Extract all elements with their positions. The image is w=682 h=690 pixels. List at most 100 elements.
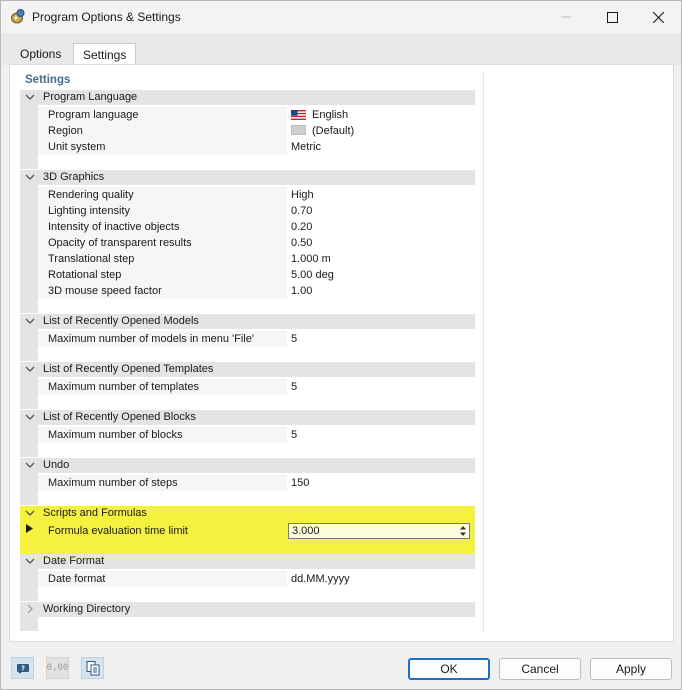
property-value[interactable]: 0.20	[291, 219, 475, 235]
property-row[interactable]: Formula evaluation time limit 3.000	[38, 523, 475, 539]
chevron-down-icon	[25, 558, 35, 564]
property-name: Rotational step	[38, 267, 287, 283]
group-scripts-formulas[interactable]: Scripts and Formulas	[20, 506, 475, 521]
tab-options-label: Options	[20, 47, 62, 61]
property-name: Lighting intensity	[38, 203, 287, 219]
property-name: Maximum number of blocks	[38, 427, 287, 443]
property-value[interactable]: 0.70	[291, 203, 475, 219]
cancel-button[interactable]: Cancel	[499, 658, 581, 680]
property-row[interactable]: Intensity of inactive objects 0.20	[38, 219, 475, 235]
group-3d-graphics[interactable]: 3D Graphics	[20, 170, 475, 185]
spin-arrows-icon[interactable]	[460, 526, 466, 536]
apply-button[interactable]: Apply	[590, 658, 672, 680]
copy-settings-button[interactable]	[81, 657, 104, 679]
property-name: Region	[38, 123, 287, 139]
property-value: English	[312, 109, 349, 121]
copy-settings-icon	[86, 661, 99, 676]
decimal-places-button[interactable]: 0,00	[46, 657, 69, 679]
tab-strip: Options Settings	[1, 33, 681, 66]
settings-heading: Settings	[25, 74, 71, 86]
property-value[interactable]: 150	[291, 475, 475, 491]
property-row[interactable]: Maximum number of templates 5	[38, 379, 475, 395]
close-button[interactable]	[635, 1, 681, 33]
property-value[interactable]: 5	[291, 331, 475, 347]
property-row[interactable]: Lighting intensity 0.70	[38, 203, 475, 219]
property-row[interactable]: Maximum number of blocks 5	[38, 427, 475, 443]
app-icon	[11, 9, 25, 24]
group-undo[interactable]: Undo	[20, 458, 475, 473]
settings-tree: Settings Program Language Program langua…	[20, 72, 475, 632]
property-value[interactable]: 1.000 m	[291, 251, 475, 267]
property-name: Date format	[38, 571, 287, 587]
help-button[interactable]: ?	[11, 657, 34, 679]
group-gutter	[20, 185, 38, 313]
property-row[interactable]: Region (Default)	[38, 123, 475, 139]
group-working-directory[interactable]: Working Directory	[20, 602, 475, 617]
help-icon: ?	[16, 664, 29, 674]
group-recent-blocks[interactable]: List of Recently Opened Blocks	[20, 410, 475, 425]
region-value[interactable]: (Default)	[291, 123, 475, 139]
chevron-down-icon	[25, 462, 35, 468]
window-title: Program Options & Settings	[32, 10, 181, 24]
property-row[interactable]: Unit system Metric	[38, 139, 475, 155]
chevron-down-icon	[25, 94, 35, 100]
time-limit-spinbox[interactable]: 3.000	[288, 523, 470, 539]
property-value[interactable]: 0.50	[291, 235, 475, 251]
property-value[interactable]: 5	[291, 427, 475, 443]
property-row[interactable]: Maximum number of models in menu 'File' …	[38, 331, 475, 347]
property-name: Maximum number of steps	[38, 475, 287, 491]
group-title: List of Recently Opened Models	[43, 315, 199, 327]
group-gutter	[20, 473, 38, 505]
property-name: Formula evaluation time limit	[38, 523, 287, 539]
description-panel	[483, 72, 665, 632]
property-value[interactable]: 1.00	[291, 283, 475, 299]
group-program-language[interactable]: Program Language	[20, 90, 475, 105]
maximize-button[interactable]	[589, 1, 635, 33]
group-title: List of Recently Opened Blocks	[43, 411, 196, 423]
title-bar: Program Options & Settings	[1, 1, 681, 33]
dialog-footer: ? 0,00 OK Cancel Apply	[1, 643, 681, 689]
property-row[interactable]: Rotational step 5.00 deg	[38, 267, 475, 283]
chevron-right-icon	[27, 604, 33, 614]
property-row[interactable]: 3D mouse speed factor 1.00	[38, 283, 475, 299]
minimize-button[interactable]	[543, 1, 589, 33]
group-recent-models[interactable]: List of Recently Opened Models	[20, 314, 475, 329]
group-recent-templates[interactable]: List of Recently Opened Templates	[20, 362, 475, 377]
group-date-format[interactable]: Date Format	[20, 554, 475, 569]
minimize-icon	[561, 16, 571, 18]
property-row[interactable]: Date format dd.MM.yyyy	[38, 571, 475, 587]
group-title: Scripts and Formulas	[43, 507, 147, 519]
property-name: Translational step	[38, 251, 287, 267]
property-name: Maximum number of templates	[38, 379, 287, 395]
property-name: 3D mouse speed factor	[38, 283, 287, 299]
property-row[interactable]: Maximum number of steps 150	[38, 475, 475, 491]
program-language-value[interactable]: English	[291, 107, 475, 123]
property-value[interactable]: 5.00 deg	[291, 267, 475, 283]
property-name: Intensity of inactive objects	[38, 219, 287, 235]
property-name: Maximum number of models in menu 'File'	[38, 331, 287, 347]
property-name: Program language	[38, 107, 287, 123]
property-name: Unit system	[38, 139, 287, 155]
property-value[interactable]: Metric	[291, 139, 475, 155]
property-row[interactable]: Program language English	[38, 107, 475, 123]
property-row[interactable]: Translational step 1.000 m	[38, 251, 475, 267]
group-title: List of Recently Opened Templates	[43, 363, 214, 375]
property-value: (Default)	[312, 125, 355, 137]
property-value[interactable]: 5	[291, 379, 475, 395]
property-value[interactable]: High	[291, 187, 475, 203]
row-pointer-icon	[26, 524, 33, 533]
group-title: Program Language	[43, 91, 138, 103]
settings-content: Settings Program Language Program langua…	[9, 64, 674, 642]
tab-settings[interactable]: Settings	[73, 43, 137, 66]
chevron-down-icon	[25, 318, 35, 324]
options-window: Program Options & Settings Options Setti…	[0, 0, 682, 690]
property-row[interactable]: Opacity of transparent results 0.50	[38, 235, 475, 251]
group-gutter	[20, 617, 38, 631]
decimal-places-label: 0,00	[46, 663, 69, 673]
tab-options[interactable]: Options	[11, 43, 70, 66]
property-value[interactable]: dd.MM.yyyy	[291, 571, 475, 587]
region-swatch-icon	[291, 125, 306, 135]
property-row[interactable]: Rendering quality High	[38, 187, 475, 203]
group-gutter	[20, 105, 38, 169]
ok-button[interactable]: OK	[408, 658, 490, 680]
